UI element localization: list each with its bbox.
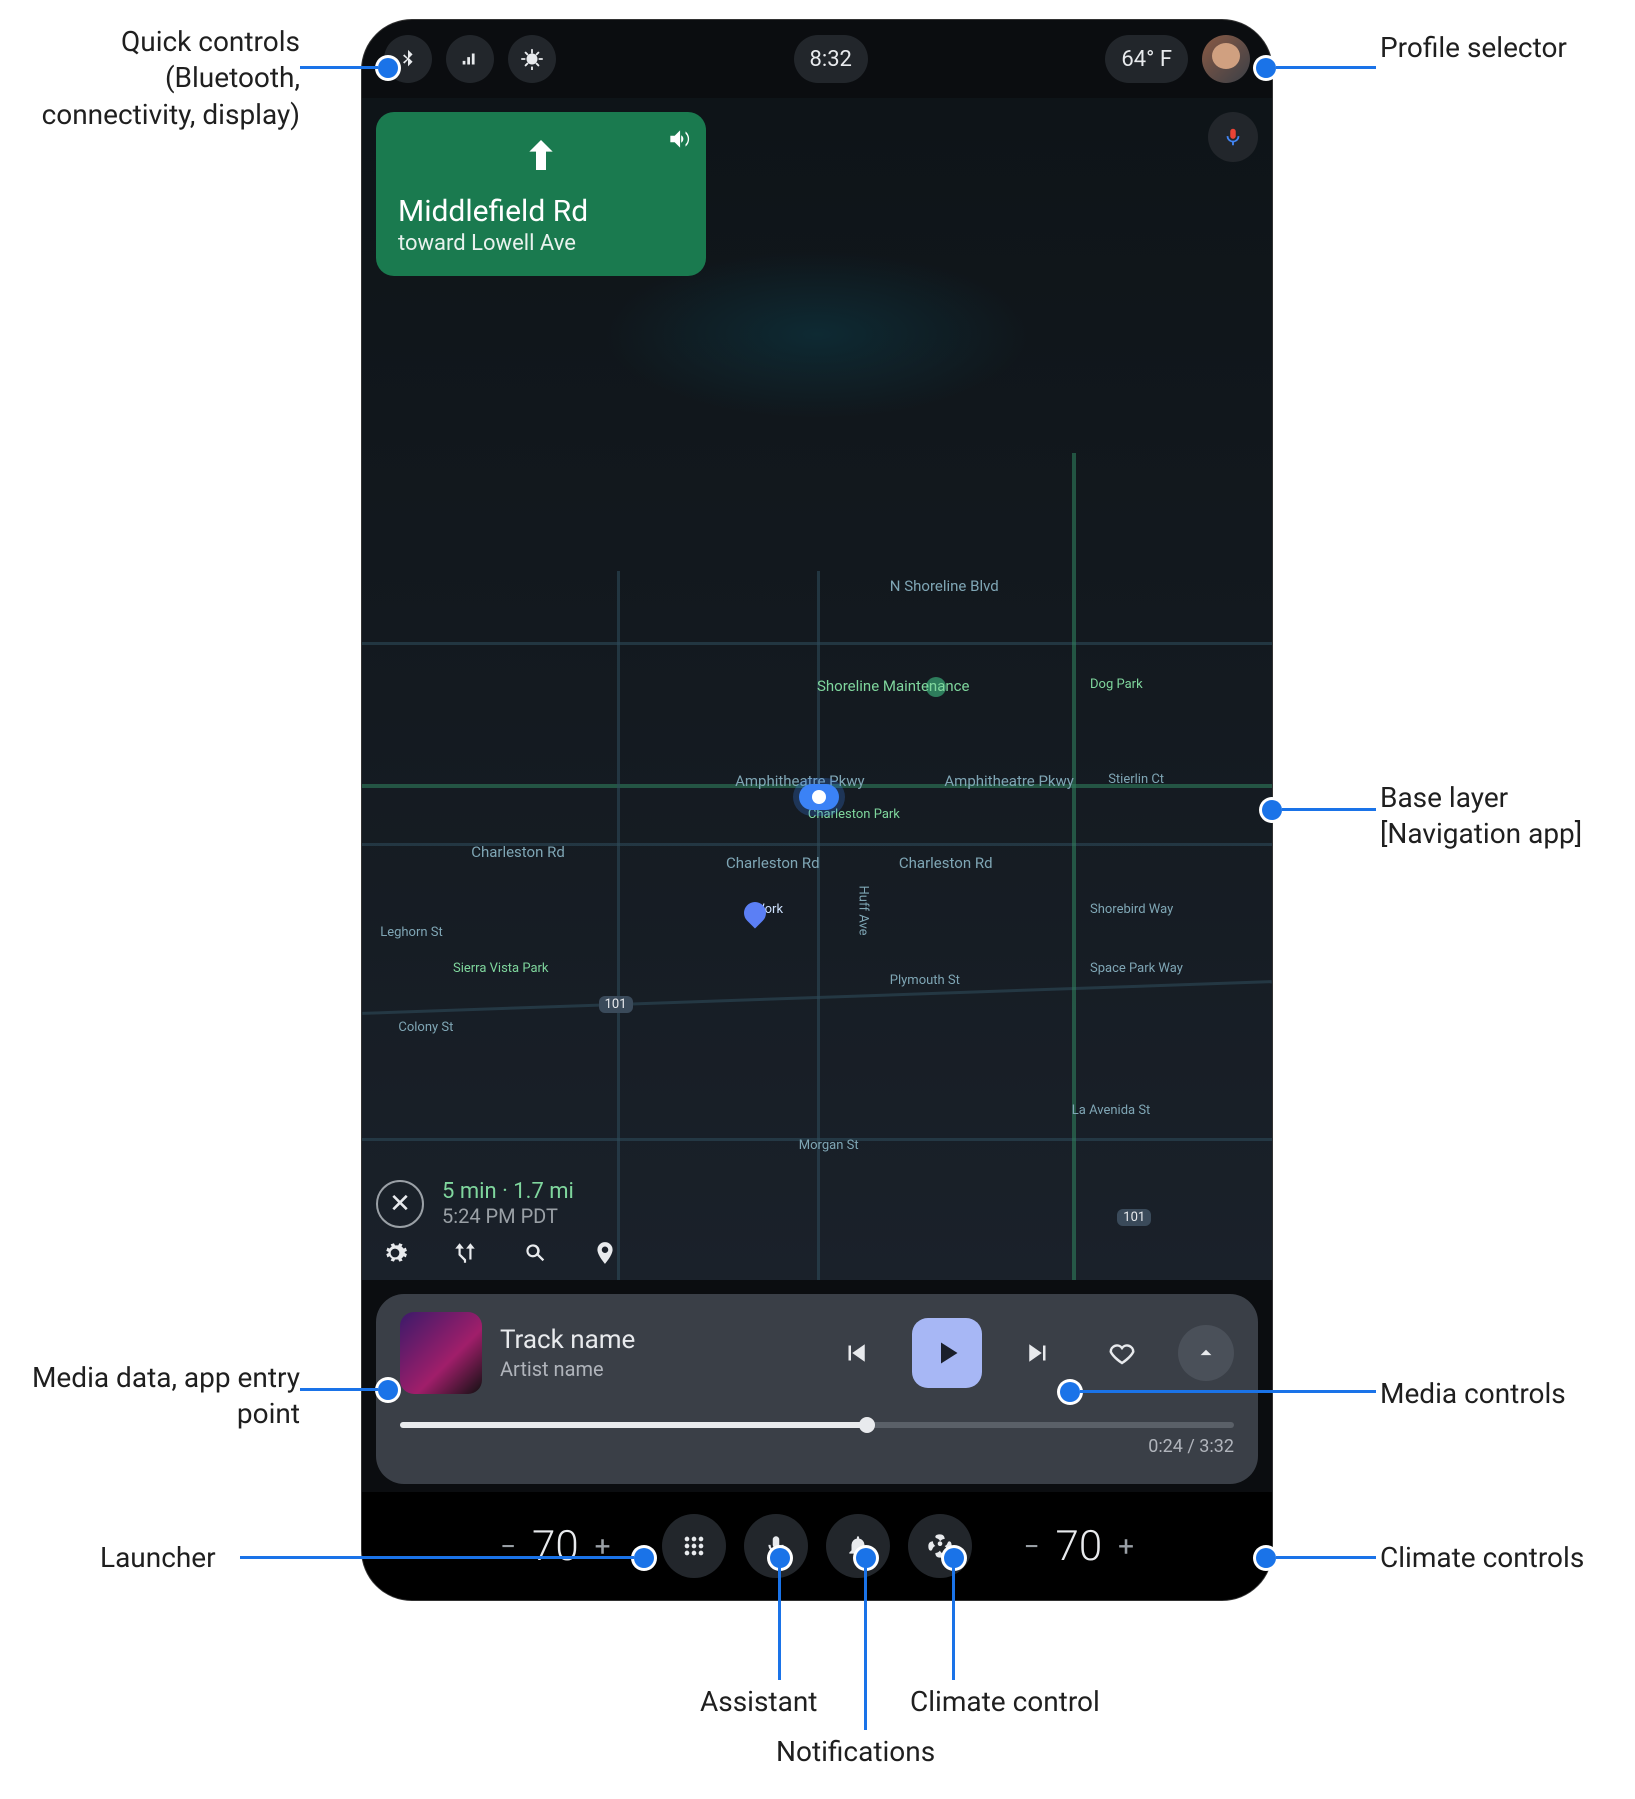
brightness-icon[interactable]	[508, 35, 556, 83]
device-frame: 8:32 64° F N Shoreline Blvd Shoreline Ma…	[362, 20, 1272, 1600]
temp-up-icon[interactable]: +	[1112, 1530, 1140, 1563]
favorite-button[interactable]	[1094, 1325, 1150, 1381]
map-label: Charleston Rd	[899, 854, 993, 872]
climate-fan-button[interactable]	[908, 1514, 972, 1578]
nav-street: Middlefield Rd	[398, 194, 684, 229]
annotation-media-data: Media data, app entry point	[20, 1360, 300, 1433]
media-card: Track name Artist name 0:24 / 3:32	[376, 1294, 1258, 1484]
map-label: Shoreline Maintenance	[817, 677, 969, 695]
direction-arrow-icon	[516, 130, 566, 180]
weather-text: 64° F	[1121, 47, 1172, 72]
media-progress-bar[interactable]	[400, 1422, 1234, 1428]
media-time: 0:24 / 3:32	[400, 1436, 1234, 1457]
map-label: Charleston Rd	[471, 843, 565, 861]
nav-toward: toward Lowell Ave	[398, 231, 684, 256]
map-label: Dog Park	[1090, 677, 1143, 692]
annotation-media-controls: Media controls	[1380, 1376, 1566, 1412]
map-base-layer[interactable]: N Shoreline Blvd Shoreline Maintenance D…	[362, 98, 1272, 1280]
map-label: Colony St	[398, 1020, 453, 1035]
artist-name: Artist name	[500, 1357, 635, 1381]
clock-text: 8:32	[810, 47, 852, 72]
route-shield: 101	[599, 996, 633, 1013]
annotation-quick-controls: Quick controls (Bluetooth, connectivity,…	[20, 24, 300, 133]
notifications-button[interactable]	[826, 1514, 890, 1578]
settings-icon[interactable]	[382, 1240, 408, 1266]
trip-arrival: 5:24 PM PDT	[442, 1204, 574, 1228]
navigation-direction-card[interactable]: Middlefield Rd toward Lowell Ave	[376, 112, 706, 276]
map-label: Morgan St	[799, 1138, 859, 1153]
annotation-profile: Profile selector	[1380, 30, 1567, 66]
search-icon[interactable]	[522, 1240, 548, 1266]
previous-track-button[interactable]	[828, 1325, 884, 1381]
map-label: Amphitheatre Pkwy	[944, 772, 1074, 790]
annotation-base-layer: Base layer [Navigation app]	[1380, 780, 1620, 853]
status-bar: 8:32 64° F	[362, 20, 1272, 98]
media-controls-group	[828, 1318, 1234, 1388]
climate-left[interactable]: − 70 +	[464, 1522, 654, 1571]
track-name: Track name	[500, 1325, 635, 1355]
map-label: Plymouth St	[890, 973, 960, 988]
map-label: N Shoreline Blvd	[890, 577, 999, 595]
launcher-button[interactable]	[662, 1514, 726, 1578]
routes-icon[interactable]	[452, 1240, 478, 1266]
album-art[interactable]	[400, 1312, 482, 1394]
map-label: Shorebird Way	[1090, 902, 1173, 917]
current-location-marker	[799, 784, 839, 810]
annotation-climate-control: Climate control	[910, 1684, 1130, 1720]
clock-pill: 8:32	[794, 35, 868, 83]
voice-search-button[interactable]	[1208, 112, 1258, 162]
system-bar: − 70 + − 70 +	[362, 1492, 1272, 1600]
trip-eta-panel: ✕ 5 min · 1.7 mi 5:24 PM PDT	[376, 1179, 706, 1266]
signal-icon[interactable]	[446, 35, 494, 83]
map-label: Huff Ave	[855, 886, 870, 936]
next-track-button[interactable]	[1010, 1325, 1066, 1381]
trip-eta: 5 min · 1.7 mi	[442, 1179, 574, 1204]
annotation-assistant: Assistant	[700, 1684, 817, 1720]
route-shield: 101	[1117, 1209, 1151, 1226]
profile-avatar[interactable]	[1202, 35, 1250, 83]
annotation-launcher: Launcher	[100, 1540, 216, 1576]
expand-media-button[interactable]	[1178, 1325, 1234, 1381]
annotation-notifications: Notifications	[776, 1734, 935, 1770]
weather-pill: 64° F	[1105, 35, 1188, 83]
map-label: Charleston Rd	[726, 854, 820, 872]
assistant-button[interactable]	[744, 1514, 808, 1578]
map-label: Stierlin Ct	[1108, 772, 1164, 787]
climate-left-temp: 70	[532, 1522, 579, 1571]
map-label: La Avenida St	[1072, 1103, 1151, 1118]
sound-icon[interactable]	[666, 126, 692, 152]
map-label: Amphitheatre Pkwy	[735, 772, 865, 790]
map-label: Sierra Vista Park	[453, 961, 549, 976]
temp-down-icon[interactable]: −	[1018, 1530, 1046, 1563]
map-label: Leghorn St	[380, 925, 443, 940]
climate-right[interactable]: − 70 +	[980, 1522, 1170, 1571]
annotation-climate-controls: Climate controls	[1380, 1540, 1584, 1576]
map-label: Space Park Way	[1090, 961, 1183, 976]
climate-right-temp: 70	[1056, 1522, 1103, 1571]
play-button[interactable]	[912, 1318, 982, 1388]
pin-icon[interactable]	[592, 1240, 618, 1266]
close-trip-button[interactable]: ✕	[376, 1180, 424, 1228]
